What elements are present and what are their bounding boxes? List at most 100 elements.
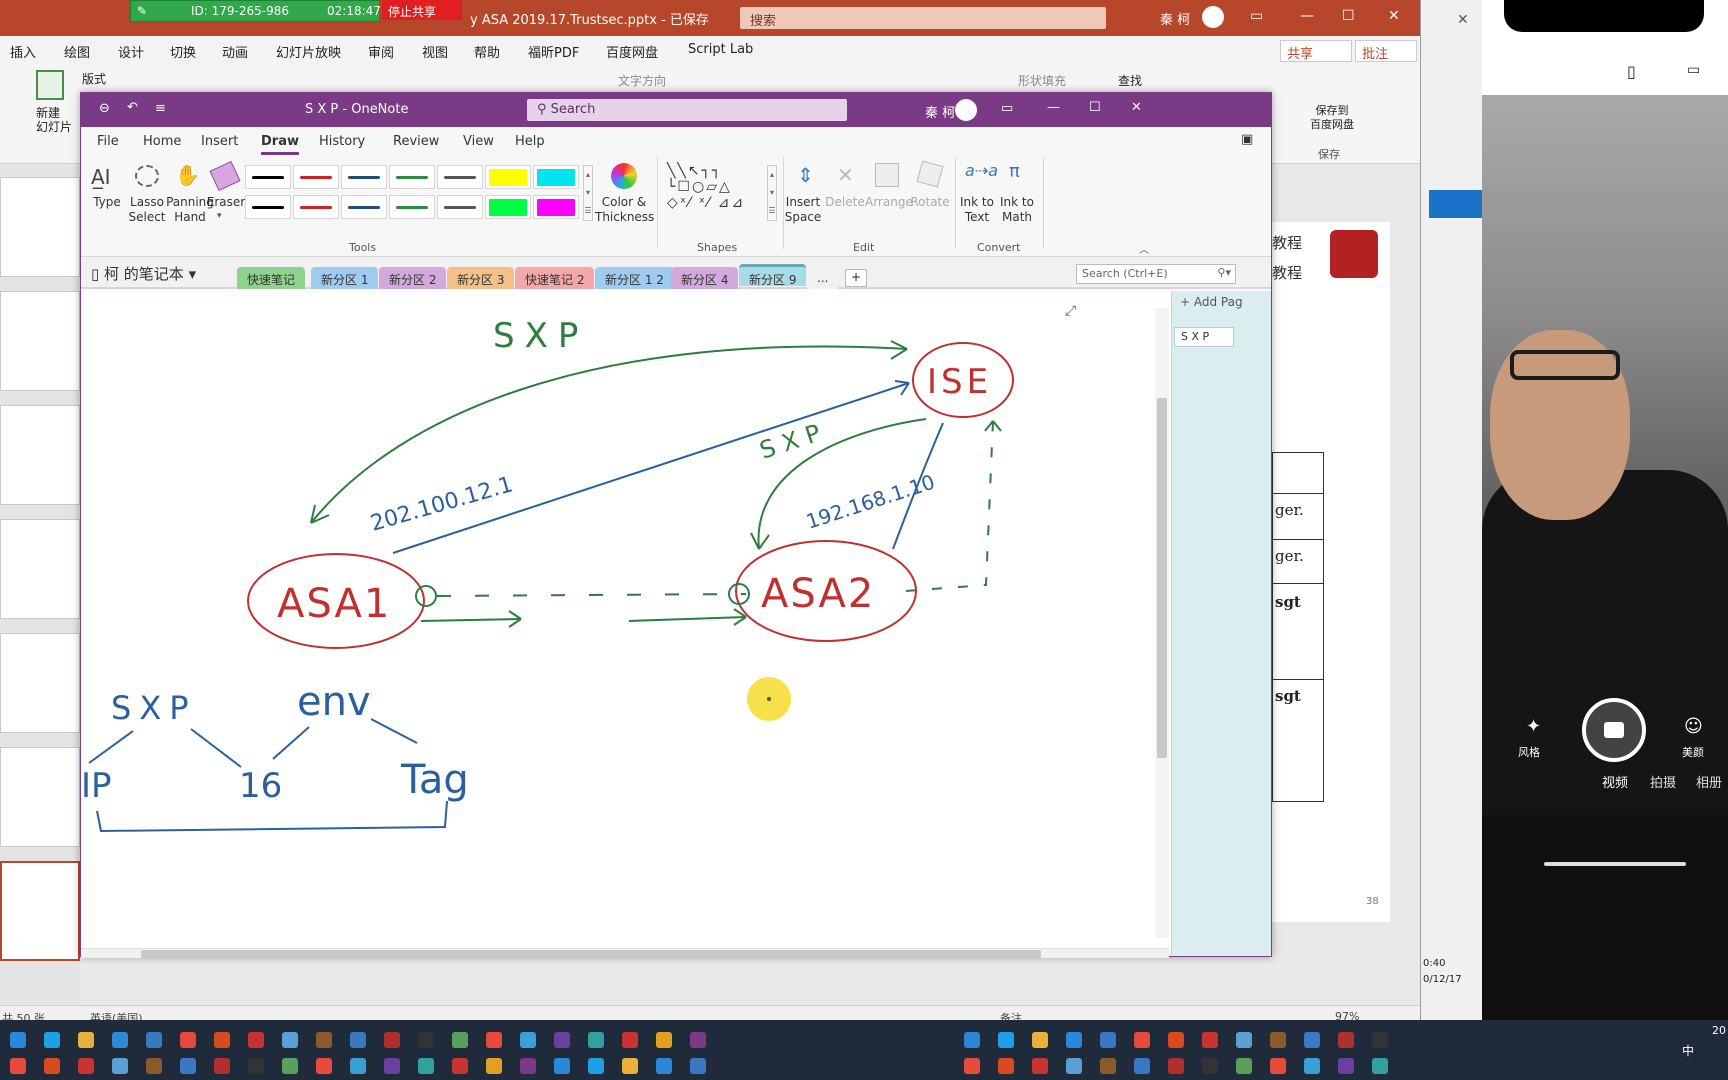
pen-swatch[interactable] bbox=[245, 195, 291, 219]
taskbar-app-icon[interactable] bbox=[1338, 1058, 1354, 1074]
taskbar-app-icon[interactable] bbox=[486, 1058, 502, 1074]
taskbar-app-icon[interactable] bbox=[248, 1058, 264, 1074]
taskbar-app-icon[interactable] bbox=[998, 1058, 1014, 1074]
taskbar-app-icon[interactable] bbox=[418, 1058, 434, 1074]
taskbar-app-icon[interactable] bbox=[452, 1058, 468, 1074]
tab-draw[interactable]: Draw bbox=[261, 134, 299, 155]
pen-swatch[interactable] bbox=[437, 195, 483, 219]
share-button[interactable]: 共享 bbox=[1280, 40, 1352, 62]
taskbar-app-icon[interactable] bbox=[656, 1058, 672, 1074]
taskbar-app-icon[interactable] bbox=[146, 1058, 162, 1074]
section-tab[interactable]: 快速笔记 2 bbox=[515, 267, 595, 289]
section-tab[interactable]: 新分区 3 bbox=[447, 267, 515, 289]
menu-help[interactable]: 帮助 bbox=[474, 42, 500, 61]
notebook-dropdown[interactable]: ▯ 柯 的笔记本 ▾ bbox=[91, 263, 196, 284]
taskbar-app-icon[interactable] bbox=[316, 1058, 332, 1074]
onenote-page-canvas[interactable]: ⤢ ISE ASA1 ASA2 SXP 202.100.12.1 SXP 192… bbox=[81, 291, 1169, 948]
pen-swatch[interactable] bbox=[293, 195, 339, 219]
taskbar-app-icon[interactable] bbox=[1372, 1032, 1388, 1048]
aspect-ratio-icon[interactable]: ▭ bbox=[1687, 62, 1700, 78]
new-slide-icon[interactable] bbox=[36, 70, 64, 100]
type-tool-label[interactable]: Type bbox=[89, 195, 125, 210]
taskbar-app-icon[interactable] bbox=[452, 1032, 468, 1048]
taskbar-app-icon[interactable] bbox=[554, 1032, 570, 1048]
onenote-search-input[interactable]: ⚲ Search bbox=[527, 99, 847, 121]
taskbar-app-icon[interactable] bbox=[1066, 1032, 1082, 1048]
taskbar-app-icon[interactable] bbox=[248, 1032, 264, 1048]
taskbar-app-icon[interactable] bbox=[1270, 1058, 1286, 1074]
pen-swatch[interactable] bbox=[389, 165, 435, 189]
eraser-label[interactable]: Eraser bbox=[205, 195, 247, 210]
section-tab[interactable]: 新分区 1 bbox=[311, 267, 379, 289]
taskbar-app-icon[interactable] bbox=[418, 1032, 434, 1048]
save-to-baidu-button[interactable]: 保存到 百度网盘 bbox=[1310, 104, 1354, 132]
mode-album[interactable]: 相册 bbox=[1696, 772, 1722, 791]
taskbar-app-icon[interactable] bbox=[214, 1058, 230, 1074]
undo-icon[interactable]: ↶ bbox=[127, 100, 138, 115]
mode-photo[interactable]: 拍摄 bbox=[1650, 772, 1676, 791]
menu-foxit-pdf[interactable]: 福昕PDF bbox=[528, 42, 579, 61]
tab-history[interactable]: History bbox=[319, 134, 365, 149]
taskbar-app-icon[interactable] bbox=[384, 1058, 400, 1074]
beauty-icon[interactable]: ☺ bbox=[1684, 716, 1703, 737]
highlighter-swatch[interactable] bbox=[485, 195, 531, 219]
close-icon[interactable]: ✕ bbox=[1388, 8, 1400, 24]
ink-to-text-icon[interactable]: a⇢a bbox=[965, 161, 998, 180]
taskbar-app-icon[interactable] bbox=[1066, 1058, 1082, 1074]
pen-swatch[interactable] bbox=[341, 195, 387, 219]
taskbar-app-icon[interactable] bbox=[622, 1058, 638, 1074]
ink-to-text-label[interactable]: Ink to Text bbox=[957, 195, 997, 225]
tab-home[interactable]: Home bbox=[143, 134, 181, 149]
taskbar-app-icon[interactable] bbox=[1202, 1032, 1218, 1048]
ink-to-math-icon[interactable]: π bbox=[1009, 161, 1020, 182]
taskbar-app-icon[interactable] bbox=[1304, 1032, 1320, 1048]
taskbar-app-icon[interactable] bbox=[350, 1058, 366, 1074]
tab-review[interactable]: Review bbox=[393, 134, 439, 149]
vertical-scrollbar[interactable] bbox=[1155, 308, 1169, 938]
ime-indicator[interactable]: 中 bbox=[1682, 1042, 1694, 1059]
taskbar-app-icon[interactable] bbox=[1168, 1032, 1184, 1048]
menu-view[interactable]: 视图 bbox=[422, 42, 448, 61]
add-page-button[interactable]: + Add Pag bbox=[1180, 295, 1243, 309]
tab-insert[interactable]: Insert bbox=[201, 134, 238, 149]
horizontal-scrollbar[interactable] bbox=[81, 948, 1169, 958]
taskbar-app-icon[interactable] bbox=[1168, 1058, 1184, 1074]
insert-space-label[interactable]: Insert Space bbox=[781, 195, 825, 225]
taskbar-app-icon[interactable] bbox=[588, 1032, 604, 1048]
taskbar-app-icon[interactable] bbox=[1202, 1058, 1218, 1074]
page-search-input[interactable]: Search (Ctrl+E) ⚲▾ bbox=[1076, 264, 1236, 284]
menu-script-lab[interactable]: Script Lab bbox=[688, 42, 753, 57]
taskbar-app-icon[interactable] bbox=[112, 1058, 128, 1074]
taskbar-app-icon[interactable] bbox=[1338, 1032, 1354, 1048]
taskbar-app-icon[interactable] bbox=[180, 1058, 196, 1074]
insert-space-icon[interactable]: ⇕ bbox=[797, 163, 814, 187]
pen-swatch[interactable] bbox=[245, 165, 291, 189]
tab-view[interactable]: View bbox=[463, 134, 494, 149]
ribbon-display-icon[interactable]: ▭ bbox=[1001, 101, 1013, 116]
text-direction-button[interactable]: 文字方向 bbox=[618, 72, 666, 89]
taskbar-app-icon[interactable] bbox=[146, 1032, 162, 1048]
panning-hand-icon[interactable]: ✋ bbox=[175, 163, 200, 187]
taskbar-app-icon[interactable] bbox=[520, 1032, 536, 1048]
taskbar-app-icon[interactable] bbox=[44, 1032, 60, 1048]
more-sections-tab[interactable]: ... bbox=[807, 267, 839, 289]
comments-button[interactable]: 批注 bbox=[1355, 40, 1417, 62]
lasso-select-label[interactable]: Lasso Select bbox=[125, 195, 169, 225]
taskbar-app-icon[interactable] bbox=[1134, 1032, 1150, 1048]
close-icon[interactable]: ✕ bbox=[1131, 100, 1142, 115]
collapse-ribbon-icon[interactable]: ︿ bbox=[1139, 241, 1149, 256]
taskbar-clock[interactable]: 20 bbox=[1712, 1024, 1726, 1037]
taskbar-app-icon[interactable] bbox=[384, 1032, 400, 1048]
taskbar-app-icon[interactable] bbox=[656, 1032, 672, 1048]
taskbar-app-icon[interactable] bbox=[10, 1032, 26, 1048]
taskbar-app-icon[interactable] bbox=[690, 1032, 706, 1048]
taskbar-app-icon[interactable] bbox=[486, 1032, 502, 1048]
lasso-select-icon[interactable] bbox=[135, 165, 159, 187]
find-button[interactable]: 查找 bbox=[1118, 72, 1142, 89]
scrollbar-thumb[interactable] bbox=[1157, 398, 1167, 758]
pen-swatch[interactable] bbox=[293, 165, 339, 189]
new-slide-label[interactable]: 新建 幻灯片 bbox=[36, 106, 72, 134]
taskbar-app-icon[interactable] bbox=[622, 1032, 638, 1048]
maximize-icon[interactable]: ☐ bbox=[1342, 8, 1355, 24]
taskbar-app-icon[interactable] bbox=[1236, 1058, 1252, 1074]
